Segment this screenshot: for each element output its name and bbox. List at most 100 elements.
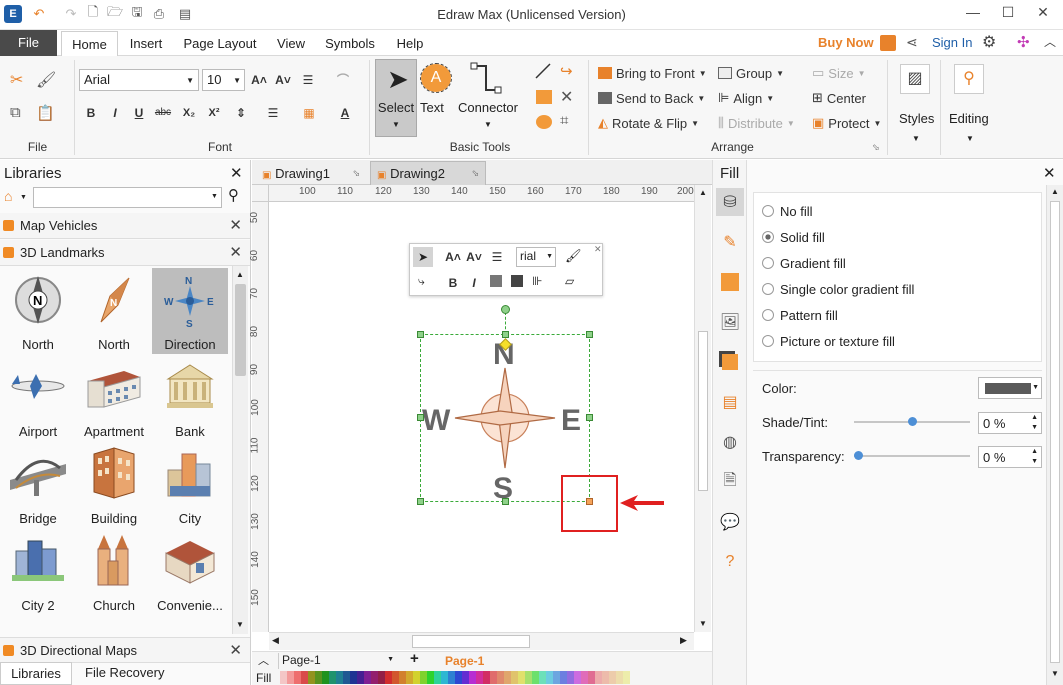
- library-home-dropdown-icon[interactable]: ▼: [20, 194, 27, 201]
- scroll-down-icon[interactable]: ▼: [236, 620, 244, 629]
- protect-button[interactable]: ▣ Protect ▼: [812, 113, 881, 133]
- distribute-button[interactable]: ⫼ Distribute ▼: [718, 113, 795, 133]
- resize-handle-n[interactable]: [502, 331, 509, 338]
- editing-dropdown-icon[interactable]: ▼: [966, 134, 974, 143]
- palette-swatch[interactable]: [413, 671, 420, 684]
- close-fill-panel-icon[interactable]: ✕: [1043, 164, 1056, 182]
- copy-icon[interactable]: ⧉: [10, 104, 21, 121]
- radio-solid-fill[interactable]: [762, 231, 774, 243]
- font-color-icon[interactable]: A: [336, 104, 354, 122]
- library-home-icon[interactable]: ⌂: [4, 188, 12, 204]
- fill-paint-bucket-icon[interactable]: ⛁: [716, 188, 744, 216]
- underline-icon[interactable]: U: [130, 104, 148, 122]
- palette-swatch[interactable]: [581, 671, 588, 684]
- mini-back-icon[interactable]: [511, 275, 523, 287]
- palette-swatch[interactable]: [462, 671, 469, 684]
- palette-swatch[interactable]: [434, 671, 441, 684]
- mini-style-icon[interactable]: ▱: [565, 274, 574, 288]
- palette-swatch[interactable]: [623, 671, 630, 684]
- palette-swatch[interactable]: [518, 671, 525, 684]
- resize-handle-nw[interactable]: [417, 331, 424, 338]
- scroll-right-icon[interactable]: ▶: [680, 635, 687, 646]
- globe-icon[interactable]: ◍: [716, 428, 744, 456]
- shape-bank[interactable]: Bank: [152, 355, 228, 441]
- canvas-scroll-thumb-v[interactable]: [698, 331, 708, 491]
- fill-option-pattern-fill[interactable]: Pattern fill: [762, 302, 838, 328]
- palette-swatch[interactable]: [546, 671, 553, 684]
- palette-swatch[interactable]: [308, 671, 315, 684]
- close-section-icon[interactable]: ✕: [229, 216, 242, 234]
- palette-swatch[interactable]: [490, 671, 497, 684]
- tab-symbols[interactable]: Symbols: [320, 30, 380, 56]
- palette-swatch[interactable]: [588, 671, 595, 684]
- text-tool-label[interactable]: Text: [420, 100, 444, 115]
- shrink-font-icon[interactable]: A˅: [274, 71, 292, 89]
- settings-gear-icon[interactable]: ⚙: [982, 32, 996, 52]
- mini-font-select[interactable]: rial ▼: [516, 247, 556, 267]
- library-scrollbar[interactable]: ▲ ▼: [232, 266, 248, 634]
- scroll-left-icon[interactable]: ◀: [272, 635, 279, 646]
- palette-swatch[interactable]: [371, 671, 378, 684]
- share-icon[interactable]: ⋖: [906, 34, 918, 51]
- line-tool-icon[interactable]: [534, 62, 552, 80]
- styles-button[interactable]: Styles: [899, 111, 934, 126]
- styles-dropdown-icon[interactable]: ▼: [912, 134, 920, 143]
- shape-city[interactable]: City: [152, 442, 228, 528]
- palette-swatch[interactable]: [483, 671, 490, 684]
- resize-handle-s[interactable]: [502, 498, 509, 505]
- minimize-button[interactable]: —: [958, 4, 988, 24]
- transparency-slider-thumb[interactable]: [854, 451, 863, 460]
- mini-connector-icon[interactable]: ⤷: [418, 274, 425, 289]
- library-search-input[interactable]: [33, 187, 222, 208]
- palette-swatch[interactable]: [287, 671, 294, 684]
- library-search-icon[interactable]: ⚲: [228, 186, 239, 204]
- scroll-down-icon[interactable]: ▼: [699, 619, 707, 628]
- add-page-icon[interactable]: +: [410, 650, 419, 667]
- group-button[interactable]: Group ▼: [718, 63, 784, 83]
- shade-tint-input[interactable]: 0 % ▲ ▼: [978, 412, 1042, 434]
- close-libraries-icon[interactable]: ✕: [230, 164, 243, 182]
- maximize-button[interactable]: ☐: [993, 4, 1023, 24]
- rectangle-tool-icon[interactable]: [536, 90, 552, 104]
- grow-font-icon[interactable]: A˄: [250, 71, 268, 89]
- resize-handle-sw[interactable]: [417, 498, 424, 505]
- palette-swatch[interactable]: [539, 671, 546, 684]
- cross-tool-icon[interactable]: ✕: [560, 87, 573, 107]
- palette-swatch[interactable]: [574, 671, 581, 684]
- canvas-scroll-thumb-h[interactable]: [412, 635, 530, 648]
- shape-apartment[interactable]: Apartment: [76, 355, 152, 441]
- page-select[interactable]: Page-1 ▼: [278, 653, 396, 669]
- font-name-select[interactable]: Arial ▼: [79, 69, 199, 91]
- library-section-3d-directional-maps[interactable]: 3D Directional Maps ✕: [0, 637, 250, 663]
- comment-icon[interactable]: 💬: [716, 508, 744, 536]
- mini-toolbar-close-icon[interactable]: ✕: [594, 244, 602, 255]
- palette-swatch[interactable]: [497, 671, 504, 684]
- transparency-slider[interactable]: [854, 451, 970, 460]
- palette-swatch[interactable]: [322, 671, 329, 684]
- bring-to-front-button[interactable]: Bring to Front ▼: [598, 63, 707, 83]
- tab-close-icon[interactable]: ⬂: [471, 168, 479, 179]
- page-properties-icon[interactable]: ▤: [716, 388, 744, 416]
- attachment-icon[interactable]: 🗎: [716, 468, 744, 496]
- bold-icon[interactable]: B: [82, 104, 100, 122]
- shape-bridge[interactable]: Bridge: [0, 442, 76, 528]
- shape-north-2[interactable]: N North: [76, 268, 152, 354]
- palette-swatch[interactable]: [420, 671, 427, 684]
- subscript-icon[interactable]: X₂: [180, 104, 198, 122]
- tab-view[interactable]: View: [272, 30, 310, 56]
- palette-swatch[interactable]: [553, 671, 560, 684]
- line-pen-icon[interactable]: ✎: [716, 228, 744, 256]
- palette-swatch[interactable]: [364, 671, 371, 684]
- fill-option-no-fill[interactable]: No fill: [762, 198, 813, 224]
- resize-handle-w[interactable]: [417, 414, 424, 421]
- format-painter-icon[interactable]: ✂: [10, 70, 23, 90]
- ellipse-tool-icon[interactable]: [536, 115, 552, 129]
- shape-direction[interactable]: NWES Direction: [152, 268, 228, 354]
- mini-distribute-icon[interactable]: ⊪: [532, 274, 542, 288]
- palette-swatch[interactable]: [329, 671, 336, 684]
- help-icon[interactable]: ?: [716, 548, 744, 576]
- palette-swatch[interactable]: [315, 671, 322, 684]
- radio-single-color-gradient[interactable]: [762, 283, 774, 295]
- scroll-up-icon[interactable]: ▲: [236, 270, 244, 279]
- mini-format-painter-icon[interactable]: 🖌: [565, 248, 582, 264]
